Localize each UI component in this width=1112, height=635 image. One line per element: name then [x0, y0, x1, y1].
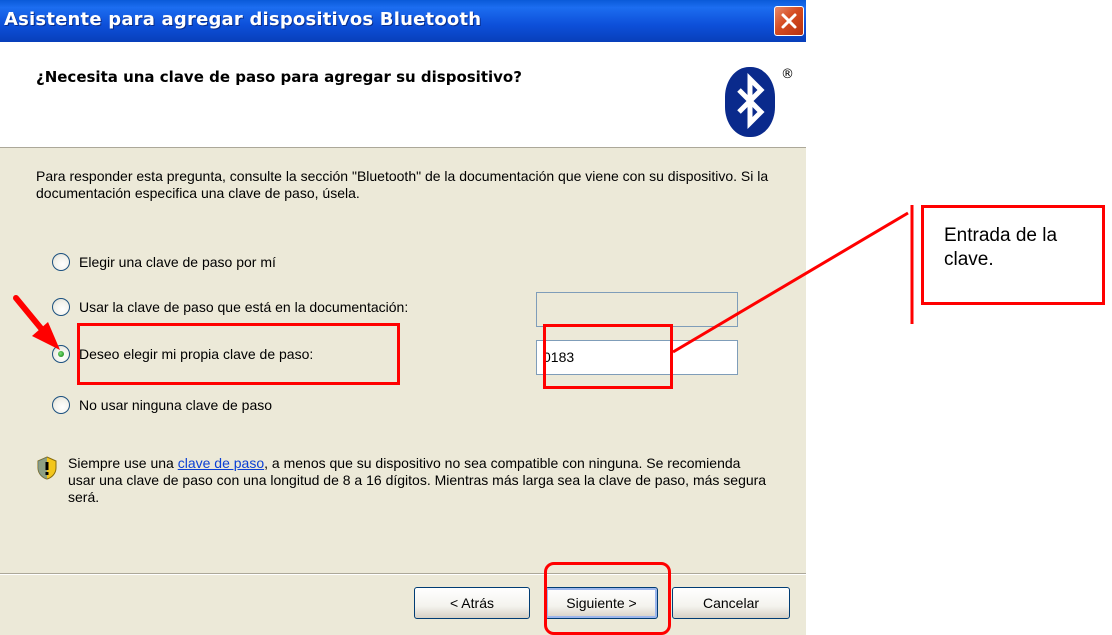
documentation-passkey-field[interactable]	[536, 292, 738, 327]
radio-option-documentation-passkey[interactable]: Usar la clave de paso que está en la doc…	[52, 298, 512, 320]
footer-separator	[0, 573, 806, 575]
annotation-box-passkey-entry	[543, 324, 673, 389]
cancel-button[interactable]: Cancelar	[672, 587, 790, 619]
back-button[interactable]: < Atrás	[414, 587, 530, 619]
radio-button[interactable]	[52, 253, 70, 271]
registered-mark: ®	[781, 67, 794, 82]
page-heading: ¿Necesita una clave de paso para agregar…	[36, 68, 522, 86]
close-button[interactable]	[774, 6, 804, 36]
radio-label: Elegir una clave de paso por mí	[79, 254, 276, 270]
radio-option-no-passkey[interactable]: No usar ninguna clave de paso	[52, 396, 352, 418]
radio-label: Usar la clave de paso que está en la doc…	[79, 299, 409, 315]
shield-warning-icon	[37, 456, 57, 480]
radio-button[interactable]	[52, 298, 70, 316]
radio-button[interactable]	[52, 396, 70, 414]
window-title: Asistente para agregar dispositivos Blue…	[4, 9, 482, 30]
passkey-recommendation: Siempre use una clave de paso, a menos q…	[68, 455, 768, 506]
close-icon	[781, 13, 797, 29]
info-prefix: Siempre use una	[68, 455, 178, 471]
bluetooth-logo-icon: ®	[725, 67, 794, 137]
radio-selected-dot	[58, 351, 64, 357]
radio-option-auto-passkey[interactable]: Elegir una clave de paso por mí	[52, 253, 352, 275]
radio-button-selected[interactable]	[52, 345, 70, 363]
bluetooth-wizard-window: Asistente para agregar dispositivos Blue…	[0, 0, 806, 635]
annotation-box-next-button	[544, 562, 671, 635]
callout-text: Entrada de la clave.	[944, 225, 1058, 270]
instructions-text: Para responder esta pregunta, consulte l…	[36, 168, 769, 201]
passkey-help-link[interactable]: clave de paso	[178, 455, 264, 471]
annotation-box-own-passkey-option	[77, 323, 400, 385]
title-bar[interactable]: Asistente para agregar dispositivos Blue…	[0, 0, 806, 42]
wizard-header: ¿Necesita una clave de paso para agregar…	[0, 42, 806, 148]
radio-label: No usar ninguna clave de paso	[79, 397, 273, 413]
annotation-callout: Entrada de la clave.	[921, 205, 1105, 305]
